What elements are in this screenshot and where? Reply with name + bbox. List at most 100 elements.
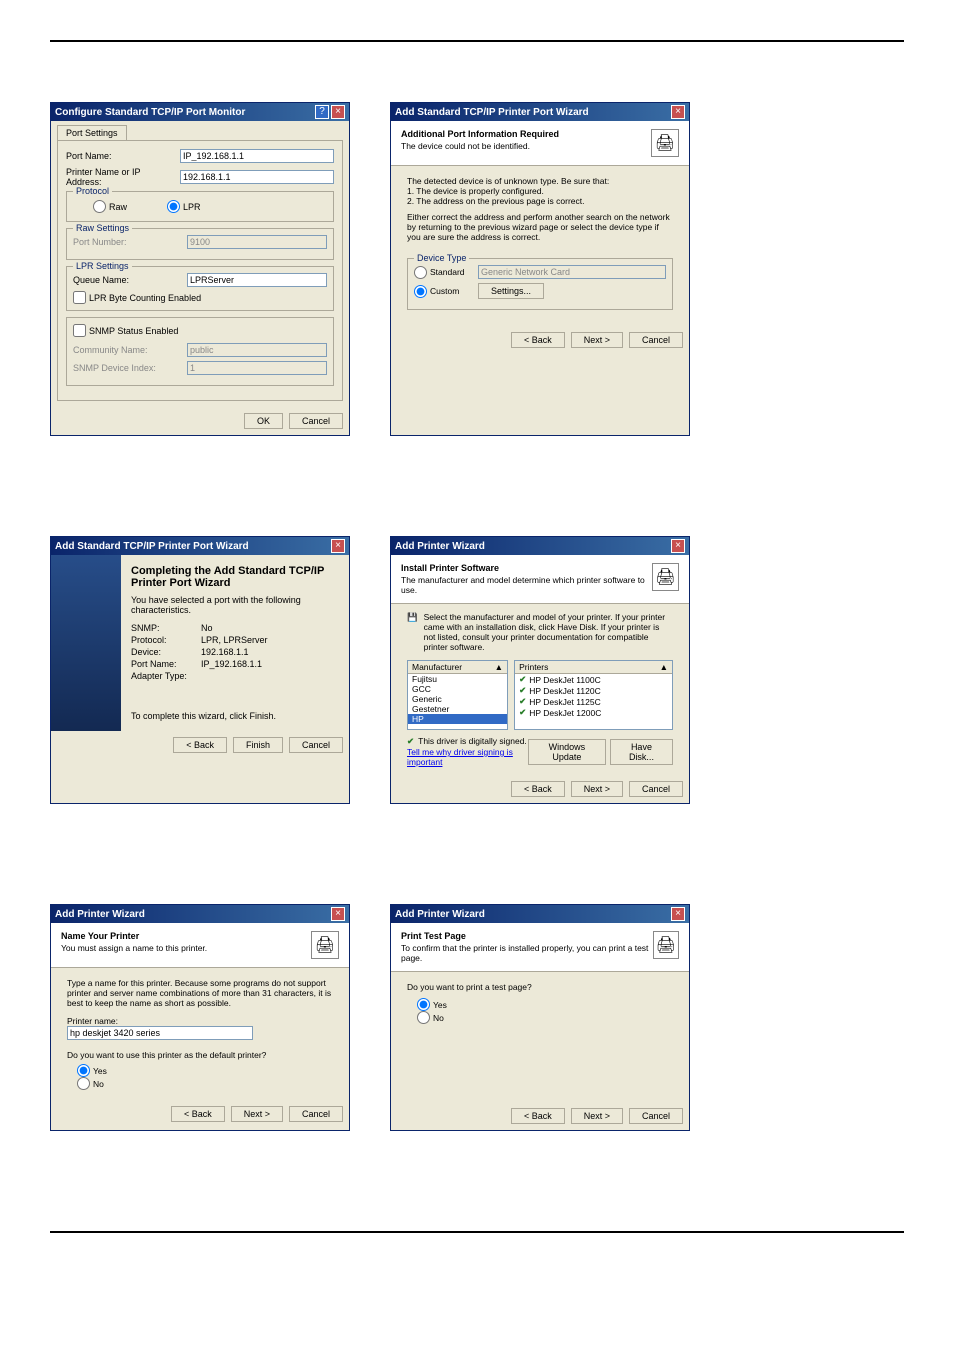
settings-button[interactable]: Settings... [478, 283, 544, 299]
next-button[interactable]: Next > [571, 1108, 623, 1124]
windows-update-button[interactable]: Windows Update [528, 739, 606, 765]
back-button[interactable]: < Back [173, 737, 227, 753]
header-title: Name Your Printer [61, 931, 207, 941]
list-printers[interactable]: Printers▲ ✔HP DeskJet 1100C ✔HP DeskJet … [514, 660, 673, 730]
label-snmp-index: SNMP Device Index: [73, 363, 183, 373]
cancel-button[interactable]: Cancel [289, 737, 343, 753]
list-item[interactable]: Fujitsu [408, 674, 507, 684]
radio-custom[interactable]: Custom [414, 285, 474, 298]
close-icon[interactable]: × [671, 105, 685, 119]
input-port-name[interactable] [180, 149, 334, 163]
list-manufacturer[interactable]: Manufacturer▲ Fujitsu GCC Generic Gestet… [407, 660, 508, 730]
input-queue-name[interactable] [187, 273, 327, 287]
window-title: Add Printer Wizard [55, 909, 145, 920]
cancel-button[interactable]: Cancel [629, 781, 683, 797]
title-bar: Configure Standard TCP/IP Port Monitor ?… [51, 103, 349, 121]
radio-no[interactable]: No [77, 1077, 333, 1090]
text-default-question: Do you want to use this printer as the d… [67, 1050, 333, 1060]
signed-icon: ✔ [519, 685, 526, 696]
printer-icon: 🖨 [652, 563, 679, 591]
list-item[interactable]: HP [408, 714, 507, 724]
close-icon[interactable]: × [331, 539, 345, 553]
radio-yes[interactable]: Yes [77, 1064, 333, 1077]
label-queue-name: Queue Name: [73, 275, 183, 285]
list-item[interactable]: ✔HP DeskJet 1200C [515, 707, 672, 718]
printer-icon: 🖨 [311, 931, 339, 959]
sort-icon: ▲ [495, 662, 503, 672]
header-subtitle: You must assign a name to this printer. [61, 943, 207, 953]
text-line: 2. The address on the previous page is c… [407, 196, 673, 206]
back-button[interactable]: < Back [511, 781, 565, 797]
label-printer-name: Printer name: [67, 1016, 333, 1026]
completion-title: Completing the Add Standard TCP/IP Print… [131, 565, 339, 589]
signed-icon: ✔ [519, 696, 526, 707]
radio-raw[interactable]: Raw [93, 200, 127, 213]
title-bar: Add Standard TCP/IP Printer Port Wizard … [391, 103, 689, 121]
cancel-button[interactable]: Cancel [289, 1106, 343, 1122]
close-icon[interactable]: × [671, 539, 685, 553]
list-item[interactable]: ✔HP DeskJet 1100C [515, 674, 672, 685]
window-title: Add Printer Wizard [395, 909, 485, 920]
title-bar: Add Printer Wizard × [391, 537, 689, 555]
header-title: Additional Port Information Required [401, 129, 559, 139]
radio-yes[interactable]: Yes [417, 998, 673, 1011]
link-driver-signing[interactable]: Tell me why driver signing is important [407, 747, 513, 767]
cancel-button[interactable]: Cancel [289, 413, 343, 429]
list-item[interactable]: Generic [408, 694, 507, 704]
window-title: Add Standard TCP/IP Printer Port Wizard [395, 107, 589, 118]
signed-icon: ✔ [407, 736, 414, 747]
next-button[interactable]: Next > [571, 332, 623, 348]
list-item[interactable]: GCC [408, 684, 507, 694]
cancel-button[interactable]: Cancel [629, 332, 683, 348]
list-item[interactable]: ✔HP DeskJet 1120C [515, 685, 672, 696]
printer-icon: 🖨 [653, 931, 679, 959]
have-disk-button[interactable]: Have Disk... [610, 739, 673, 765]
label-port-name: Port Name: [66, 151, 176, 161]
dialog-configure-port: Configure Standard TCP/IP Port Monitor ?… [50, 102, 350, 436]
ok-button[interactable]: OK [244, 413, 283, 429]
checkbox-snmp-enabled[interactable]: SNMP Status Enabled [73, 324, 327, 337]
text-signed: This driver is digitally signed. [418, 736, 527, 747]
dialog-install-printer-software: Add Printer Wizard × Install Printer Sof… [390, 536, 690, 804]
checkbox-lpr-byte[interactable]: LPR Byte Counting Enabled [73, 291, 327, 304]
group-raw-settings: Raw Settings [73, 223, 132, 233]
text-line: You have selected a port with the follow… [131, 595, 339, 615]
label-address: Printer Name or IP Address: [66, 167, 176, 187]
page-bottom-rule [50, 1231, 904, 1233]
label-port-number: Port Number: [73, 237, 183, 247]
title-bar: Add Printer Wizard × [391, 905, 689, 923]
back-button[interactable]: < Back [511, 1108, 565, 1124]
title-bar: Add Printer Wizard × [51, 905, 349, 923]
header-title: Print Test Page [401, 931, 653, 941]
dialog-additional-port-info: Add Standard TCP/IP Printer Port Wizard … [390, 102, 690, 436]
input-port-number [187, 235, 327, 249]
window-title: Add Standard TCP/IP Printer Port Wizard [55, 541, 249, 552]
cancel-button[interactable]: Cancel [629, 1108, 683, 1124]
input-printer-name[interactable] [67, 1026, 253, 1040]
list-item[interactable]: ✔HP DeskJet 1125C [515, 696, 672, 707]
select-standard [478, 265, 666, 279]
list-item[interactable]: Gestetner [408, 704, 507, 714]
group-lpr-settings: LPR Settings [73, 261, 132, 271]
back-button[interactable]: < Back [511, 332, 565, 348]
signed-icon: ✔ [519, 674, 526, 685]
header-subtitle: To confirm that the printer is installed… [401, 943, 653, 963]
close-icon[interactable]: × [671, 907, 685, 921]
radio-lpr[interactable]: LPR [167, 200, 201, 213]
close-icon[interactable]: × [331, 907, 345, 921]
tab-port-settings[interactable]: Port Settings [57, 125, 127, 140]
text-line: To complete this wizard, click Finish. [131, 711, 339, 721]
next-button[interactable]: Next > [571, 781, 623, 797]
printer-icon: 🖨 [651, 129, 679, 157]
close-icon[interactable]: × [331, 105, 345, 119]
window-title: Add Printer Wizard [395, 541, 485, 552]
finish-button[interactable]: Finish [233, 737, 283, 753]
help-icon[interactable]: ? [315, 105, 329, 119]
header-title: Install Printer Software [401, 563, 652, 573]
radio-standard[interactable]: Standard [414, 266, 474, 279]
back-button[interactable]: < Back [171, 1106, 225, 1122]
header-subtitle: The manufacturer and model determine whi… [401, 575, 652, 595]
input-address[interactable] [180, 170, 334, 184]
radio-no[interactable]: No [417, 1011, 673, 1024]
next-button[interactable]: Next > [231, 1106, 283, 1122]
